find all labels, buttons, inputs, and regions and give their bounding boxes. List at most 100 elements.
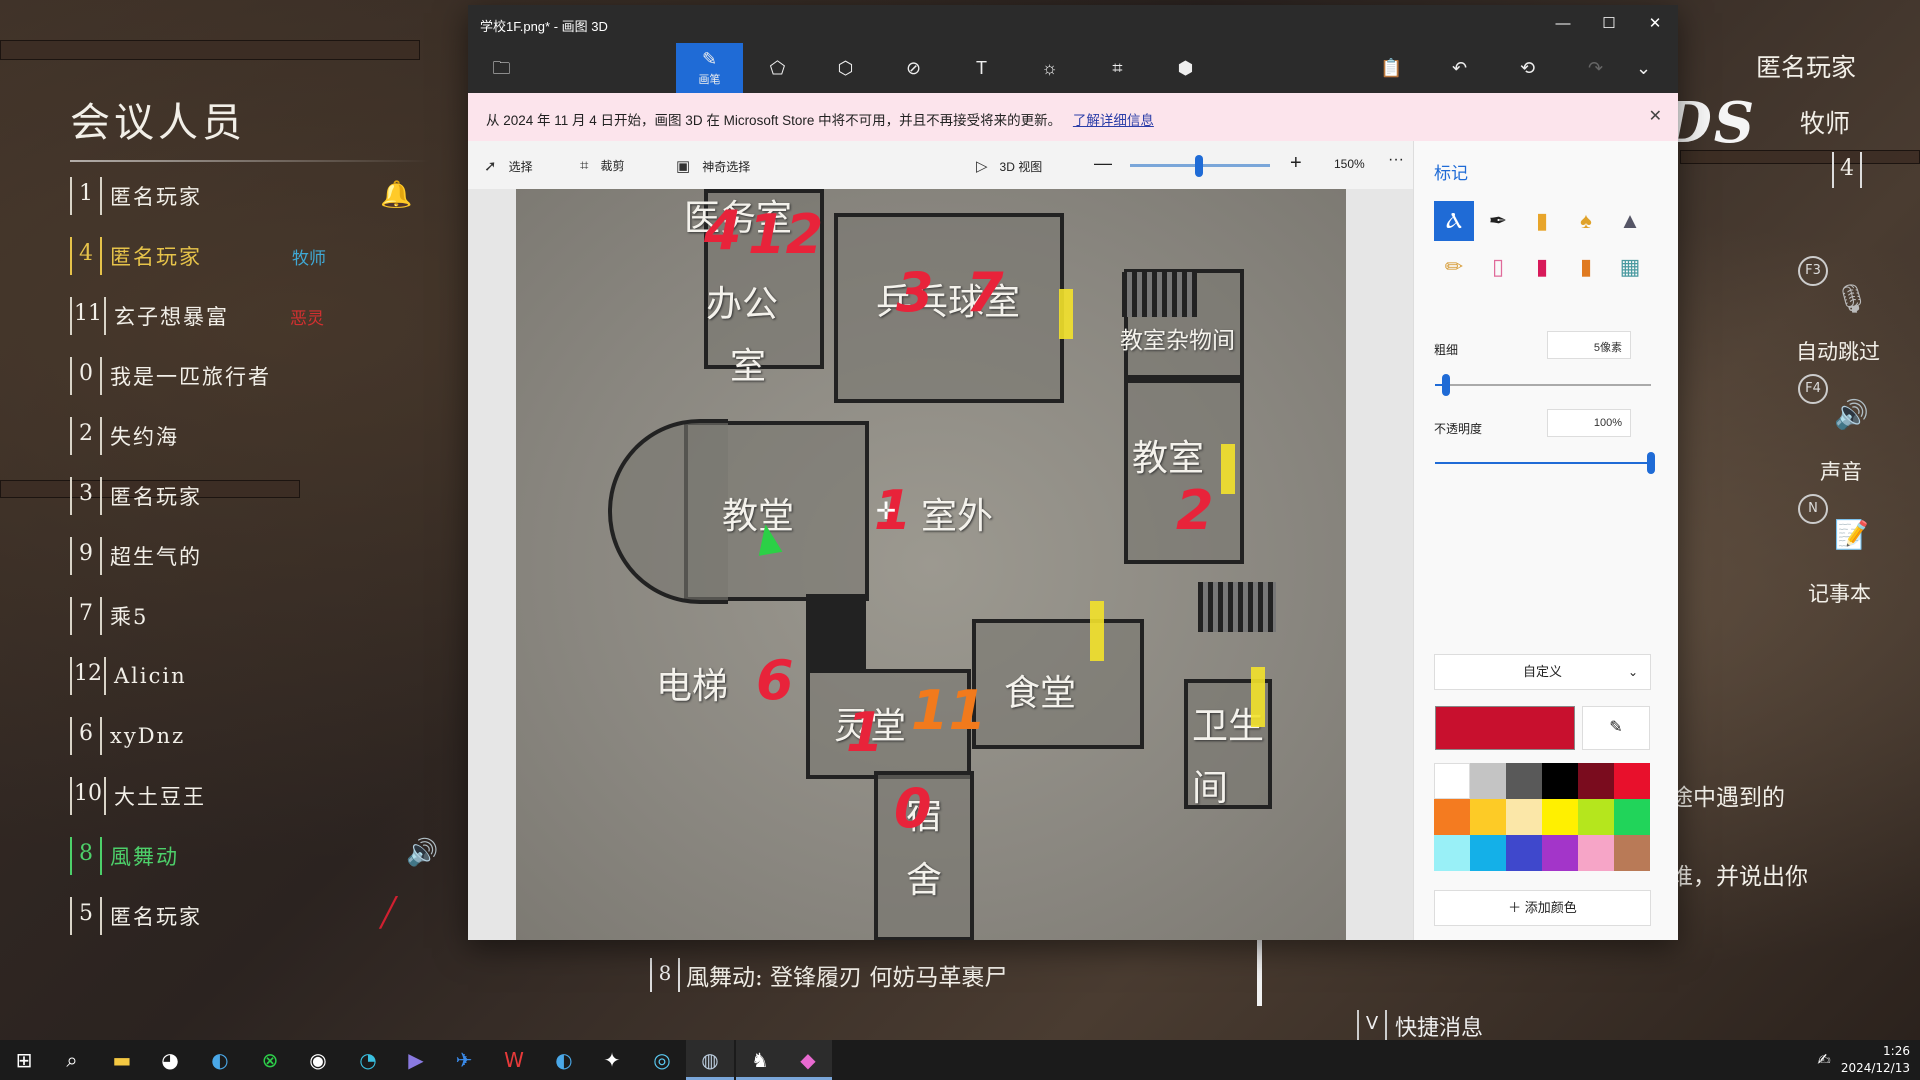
effects-icon[interactable]: ☼ bbox=[1016, 43, 1083, 93]
notebook-icon[interactable]: 📝 bbox=[1834, 518, 1869, 551]
color-mode-select[interactable]: 自定义 ⌄ bbox=[1434, 654, 1651, 690]
color-swatch[interactable] bbox=[1506, 763, 1542, 799]
edge-icon[interactable]: ◔ bbox=[344, 1040, 392, 1080]
menu-expand-icon[interactable]: ⌄ bbox=[1610, 43, 1677, 93]
thickness-slider[interactable] bbox=[1435, 384, 1651, 386]
notice-close-icon[interactable]: ✕ bbox=[1649, 106, 1662, 126]
add-color-button[interactable]: ＋ 添加颜色 bbox=[1434, 890, 1651, 926]
app-icon[interactable]: ✦ bbox=[588, 1040, 636, 1080]
color-swatch[interactable] bbox=[1578, 763, 1614, 799]
oil-brush-icon[interactable]: ▮ bbox=[1522, 201, 1562, 241]
member-row[interactable]: 2 失约海 bbox=[70, 416, 470, 456]
minimize-button[interactable]: — bbox=[1540, 11, 1586, 37]
sound-button[interactable]: 声音 bbox=[1820, 456, 1862, 486]
3d-view-toggle[interactable]: ▷ 3D 视图 bbox=[976, 157, 1042, 175]
media-icon[interactable]: ▶ bbox=[392, 1040, 440, 1080]
selected-color-preview[interactable] bbox=[1435, 706, 1575, 750]
member-row[interactable]: 6 xyDnz bbox=[70, 716, 470, 756]
search-icon[interactable]: ⌕ bbox=[48, 1040, 96, 1080]
magic-select-tool[interactable]: ▣ 神奇选择 bbox=[676, 157, 750, 175]
member-row[interactable]: 0 我是一匹旅行者 bbox=[70, 356, 470, 396]
canvas-icon[interactable]: ⌗ bbox=[1084, 43, 1151, 93]
color-swatch[interactable] bbox=[1434, 763, 1470, 799]
color-swatch[interactable] bbox=[1506, 799, 1542, 835]
zoom-slider-thumb[interactable] bbox=[1195, 155, 1203, 177]
canvas-area[interactable]: 医务室 办公 室 乒乓球室 教室杂物间 教堂 室外 教室 电梯 灵堂 食堂 卫生… bbox=[468, 189, 1413, 940]
crop-tool[interactable]: ⌗ 裁剪 bbox=[580, 157, 624, 174]
app-icon[interactable]: ◐ bbox=[196, 1040, 244, 1080]
file-explorer-icon[interactable]: ▬ bbox=[98, 1040, 146, 1080]
color-swatch[interactable] bbox=[1434, 799, 1470, 835]
brushes-tool[interactable]: ✎ 画笔 bbox=[676, 43, 743, 93]
chat-scrollbar[interactable] bbox=[1257, 940, 1262, 1006]
member-row[interactable]: 3 匿名玩家 bbox=[70, 476, 470, 516]
xbox-icon[interactable]: ⊗ bbox=[246, 1040, 294, 1080]
game-icon[interactable]: ♞ bbox=[736, 1040, 784, 1080]
zoom-out-icon[interactable]: — bbox=[1094, 153, 1112, 174]
steam-icon[interactable]: ◍ bbox=[686, 1040, 734, 1080]
eyedropper-icon[interactable]: ✎ bbox=[1582, 706, 1650, 750]
more-options-icon[interactable]: ··· bbox=[1388, 151, 1404, 169]
calligraphy-pen-icon[interactable]: ✒ bbox=[1478, 201, 1518, 241]
color-swatch[interactable] bbox=[1578, 835, 1614, 871]
zoom-in-icon[interactable]: + bbox=[1290, 152, 1302, 175]
member-row[interactable]: 4 匿名玩家 牧师 bbox=[70, 236, 470, 276]
color-swatch[interactable] bbox=[1542, 763, 1578, 799]
marker-brush-icon[interactable]: Ⲁ bbox=[1434, 201, 1474, 241]
color-swatch[interactable] bbox=[1434, 835, 1470, 871]
qq-icon[interactable]: ◕ bbox=[146, 1040, 194, 1080]
close-button[interactable]: ✕ bbox=[1632, 11, 1678, 37]
chrome-icon[interactable]: ◉ bbox=[294, 1040, 342, 1080]
color-swatch[interactable] bbox=[1506, 835, 1542, 871]
quick-message[interactable]: V 快捷消息 bbox=[1357, 1010, 1483, 1042]
mic-muted-icon[interactable]: 🎙 bbox=[1834, 282, 1870, 315]
color-swatch[interactable] bbox=[1614, 763, 1650, 799]
folder-icon[interactable]: 🗀 bbox=[468, 43, 535, 93]
thickness-input[interactable]: 5像素 bbox=[1547, 331, 1631, 359]
auto-skip-button[interactable]: 自动跳过 bbox=[1796, 336, 1880, 366]
app-icon[interactable]: ◎ bbox=[638, 1040, 686, 1080]
history-icon[interactable]: ⟲ bbox=[1494, 43, 1561, 93]
color-swatch[interactable] bbox=[1614, 799, 1650, 835]
system-clock[interactable]: 1:26 2024/12/13 bbox=[1841, 1043, 1910, 1077]
learn-more-link[interactable]: 了解详细信息 bbox=[1073, 113, 1154, 128]
pixel-pen-icon[interactable]: ▲ bbox=[1610, 201, 1650, 241]
member-row[interactable]: 12 Alicin bbox=[70, 656, 470, 696]
school-floor-map[interactable]: 医务室 办公 室 乒乓球室 教室杂物间 教堂 室外 教室 电梯 灵堂 食堂 卫生… bbox=[516, 189, 1346, 940]
color-swatch[interactable] bbox=[1470, 799, 1506, 835]
color-swatch[interactable] bbox=[1470, 763, 1506, 799]
member-row[interactable]: 7 乘5 bbox=[70, 596, 470, 636]
3d-library-icon[interactable]: ⬢ bbox=[1152, 43, 1219, 93]
color-swatch[interactable] bbox=[1542, 799, 1578, 835]
member-row[interactable]: 11 玄子想暴富 恶灵 bbox=[70, 296, 470, 336]
opacity-input[interactable]: 100% bbox=[1547, 409, 1631, 437]
3d-shapes-icon[interactable]: ⬡ bbox=[812, 43, 879, 93]
color-swatch[interactable] bbox=[1470, 835, 1506, 871]
member-row[interactable]: 10 大土豆王 bbox=[70, 776, 470, 816]
stickers-icon[interactable]: ⊘ bbox=[880, 43, 947, 93]
crayon-icon[interactable]: ▮ bbox=[1522, 247, 1562, 287]
opacity-slider-thumb[interactable] bbox=[1647, 452, 1655, 474]
watercolor-icon[interactable]: ♠ bbox=[1566, 201, 1606, 241]
color-swatch[interactable] bbox=[1614, 835, 1650, 871]
color-swatch[interactable] bbox=[1578, 799, 1614, 835]
windows-start-icon[interactable]: ⊞ bbox=[0, 1040, 48, 1080]
app-icon[interactable]: ◐ bbox=[540, 1040, 588, 1080]
thickness-slider-thumb[interactable] bbox=[1441, 374, 1450, 396]
text-icon[interactable]: T bbox=[948, 43, 1015, 93]
sound-icon[interactable]: 🔊 bbox=[1834, 398, 1869, 431]
feather-icon[interactable]: ✈ bbox=[440, 1040, 488, 1080]
member-row[interactable]: 1 匿名玩家 🔔 bbox=[70, 176, 470, 216]
member-row[interactable]: 5 匿名玩家 ╱ bbox=[70, 896, 470, 936]
undo-icon[interactable]: ↶ bbox=[1426, 43, 1493, 93]
2d-shapes-icon[interactable]: ⬠ bbox=[744, 43, 811, 93]
fill-bucket-icon[interactable]: ▦ bbox=[1610, 247, 1650, 287]
notebook-button[interactable]: 记事本 bbox=[1808, 578, 1871, 608]
paint3d-icon[interactable]: ◆ bbox=[784, 1040, 832, 1080]
member-row[interactable]: 9 超生气的 bbox=[70, 536, 470, 576]
member-row[interactable]: 8 風舞动 🔊 bbox=[70, 836, 470, 876]
color-swatch[interactable] bbox=[1542, 835, 1578, 871]
eraser-icon[interactable]: ▯ bbox=[1478, 247, 1518, 287]
select-tool[interactable]: ➚ 选择 bbox=[484, 157, 533, 175]
paste-icon[interactable]: 📋 bbox=[1358, 43, 1425, 93]
